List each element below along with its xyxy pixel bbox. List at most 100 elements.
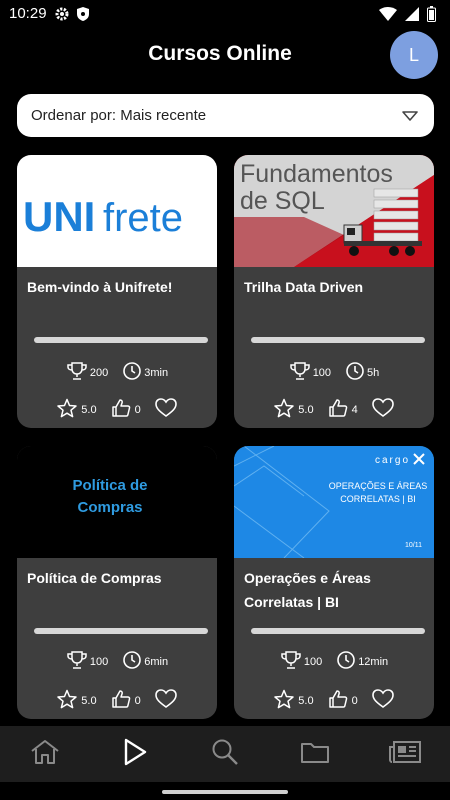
- points-value: 100: [89, 655, 109, 668]
- clock-icon: [345, 361, 365, 384]
- star-icon: [274, 689, 295, 712]
- nav-folder[interactable]: [285, 734, 345, 774]
- rating-value: 5.0: [81, 694, 97, 707]
- course-title: Bem-vindo à Unifrete!: [27, 279, 173, 295]
- star-icon: [57, 398, 78, 421]
- cargo-page-indicator: 10/11: [405, 542, 422, 549]
- rating-value: 5.0: [298, 694, 314, 707]
- course-progress-bar: [34, 628, 208, 634]
- favorite-button[interactable]: [371, 689, 394, 712]
- heart-icon: [154, 398, 177, 421]
- course-title: Política de Compras: [27, 570, 162, 586]
- politica-image-title-line2: Compras: [77, 499, 142, 516]
- rating-stat: 5.0: [274, 398, 314, 421]
- clock-icon: [336, 650, 356, 673]
- thumbs-up-icon: [111, 398, 131, 421]
- star-icon: [274, 398, 295, 421]
- avatar-initial: L: [408, 44, 419, 65]
- politica-image-title-line1: Política de: [72, 477, 147, 494]
- points-stat: 200: [66, 361, 108, 384]
- avatar[interactable]: L: [390, 31, 438, 79]
- course-card[interactable]: cargo OPERAÇÕES E ÁREAS CORRELATAS | BI …: [234, 446, 434, 719]
- course-title: Operações e Áreas Correlatas | BI: [244, 570, 371, 610]
- shield-icon: [76, 6, 90, 27]
- cargo-logo-text: cargo: [375, 455, 410, 466]
- course-thumbnail: Fundamentos de SQL: [234, 155, 434, 267]
- nav-home[interactable]: [15, 734, 75, 774]
- home-icon: [30, 739, 60, 770]
- sort-dropdown[interactable]: Ordenar por: Mais recente: [17, 94, 434, 137]
- favorite-button[interactable]: [154, 689, 177, 712]
- course-card[interactable]: Política de Compras Política de Compras …: [17, 446, 217, 719]
- thumbs-up-icon: [111, 689, 131, 712]
- clock-icon: [122, 650, 142, 673]
- search-icon: [211, 738, 239, 771]
- page-title: Cursos Online: [148, 42, 292, 65]
- likes-value: 0: [134, 403, 141, 416]
- likes-value: 0: [134, 694, 141, 707]
- bottom-navigation: [0, 726, 450, 782]
- course-progress-bar: [251, 337, 425, 343]
- heart-icon: [371, 398, 394, 421]
- settings-gear-icon: [54, 6, 70, 27]
- unifrete-logo-uni: UNI: [23, 193, 95, 240]
- points-stat: 100: [280, 650, 322, 673]
- cargo-image-title: OPERAÇÕES E ÁREAS CORRELATAS | BI: [328, 481, 428, 504]
- cargo-logo-icon: [413, 453, 425, 465]
- duration-value: 12min: [358, 655, 389, 668]
- heart-icon: [154, 689, 177, 712]
- points-stat: 100: [66, 650, 108, 673]
- course-title: Trilha Data Driven: [244, 279, 364, 295]
- status-time: 10:29: [9, 5, 47, 22]
- chevron-down-icon: [402, 109, 418, 127]
- rating-stat: 5.0: [57, 398, 97, 421]
- rating-stat: 5.0: [57, 689, 97, 712]
- clock-icon: [122, 361, 142, 384]
- like-button[interactable]: 4: [328, 398, 358, 421]
- home-indicator: [162, 790, 288, 794]
- like-button[interactable]: 0: [111, 689, 141, 712]
- nav-play[interactable]: [105, 734, 165, 774]
- thumbs-up-icon: [328, 398, 348, 421]
- folder-icon: [301, 741, 329, 768]
- like-button[interactable]: 0: [111, 398, 141, 421]
- favorite-button[interactable]: [154, 398, 177, 421]
- likes-value: 0: [351, 694, 358, 707]
- points-stat: 100: [289, 361, 331, 384]
- star-icon: [57, 689, 78, 712]
- trophy-icon: [289, 361, 311, 384]
- status-bar: 10:29: [0, 0, 450, 30]
- play-icon: [122, 738, 148, 771]
- course-progress-bar: [34, 337, 208, 343]
- heart-icon: [371, 689, 394, 712]
- points-value: 100: [312, 366, 332, 379]
- like-button[interactable]: 0: [328, 689, 358, 712]
- rating-value: 5.0: [81, 403, 97, 416]
- rating-stat: 5.0: [274, 689, 314, 712]
- nav-news[interactable]: [375, 734, 435, 774]
- likes-value: 4: [351, 403, 358, 416]
- sort-dropdown-label: Ordenar por: Mais recente: [31, 107, 207, 124]
- course-thumbnail: Política de Compras: [17, 446, 217, 558]
- favorite-button[interactable]: [371, 398, 394, 421]
- sql-image-title-line2: de SQL: [240, 187, 325, 215]
- trophy-icon: [280, 650, 302, 673]
- points-value: 100: [303, 655, 323, 668]
- nav-search[interactable]: [195, 734, 255, 774]
- duration-stat: 5h: [345, 361, 379, 384]
- course-card[interactable]: UNI frete Bem-vindo à Unifrete! 200 3min…: [17, 155, 217, 428]
- duration-value: 6min: [144, 655, 169, 668]
- course-thumbnail: cargo OPERAÇÕES E ÁREAS CORRELATAS | BI …: [234, 446, 434, 558]
- duration-stat: 3min: [122, 361, 168, 384]
- duration-stat: 6min: [122, 650, 168, 673]
- duration-stat: 12min: [336, 650, 388, 673]
- course-progress-bar: [251, 628, 425, 634]
- rating-value: 5.0: [298, 403, 314, 416]
- signal-icon: [405, 7, 419, 26]
- points-value: 200: [89, 366, 109, 379]
- trophy-icon: [66, 361, 88, 384]
- sql-image-title-line1: Fundamentos: [240, 160, 393, 188]
- course-card[interactable]: Fundamentos de SQL Trilha Data Driven 10…: [234, 155, 434, 428]
- duration-value: 3min: [144, 366, 169, 379]
- wifi-icon: [379, 7, 397, 26]
